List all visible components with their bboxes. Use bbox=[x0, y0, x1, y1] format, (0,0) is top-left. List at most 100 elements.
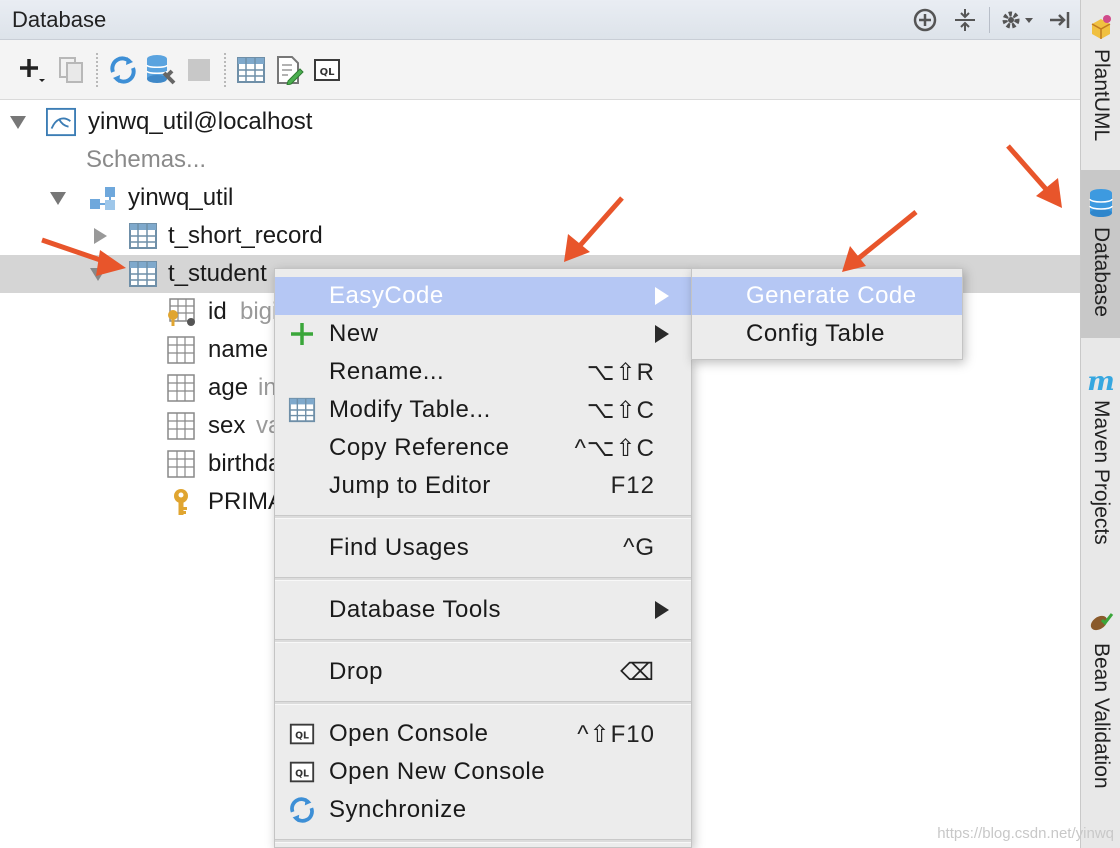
side-tab-label: Bean Validation bbox=[1090, 643, 1113, 789]
header-actions bbox=[905, 0, 1080, 39]
menu-item-new[interactable]: New bbox=[275, 315, 691, 353]
key-icon bbox=[166, 487, 196, 517]
maven-icon: m bbox=[1087, 367, 1115, 397]
menu-item-label: New bbox=[329, 320, 379, 347]
side-tab-maven[interactable]: m Maven Projects bbox=[1081, 368, 1120, 568]
plantuml-icon bbox=[1088, 14, 1114, 45]
menu-item-shortcut: ⌥⇧C bbox=[586, 396, 655, 424]
column-name: age bbox=[208, 374, 249, 401]
menu-separator bbox=[275, 515, 691, 519]
table-icon bbox=[128, 259, 158, 289]
tree-node-table[interactable]: t_short_record bbox=[0, 217, 1080, 255]
menu-item-label: Jump to Editor bbox=[329, 472, 491, 499]
menu-separator bbox=[275, 701, 691, 705]
table-name: t_short_record bbox=[168, 222, 323, 249]
column-icon bbox=[166, 373, 196, 403]
menu-item-synchronize[interactable]: Synchronize bbox=[275, 791, 691, 829]
refresh-icon bbox=[287, 795, 317, 825]
right-tool-strip: PlantUML Database m Maven Projects Bean … bbox=[1080, 0, 1120, 848]
column-name: id bbox=[208, 298, 227, 325]
crosshair-icon[interactable] bbox=[905, 0, 945, 40]
column-icon bbox=[166, 411, 196, 441]
submenu-arrow-icon bbox=[655, 287, 669, 305]
menu-item-drop[interactable]: Drop ⌫ bbox=[275, 653, 691, 691]
tree-node-schema[interactable]: yinwq_util bbox=[0, 179, 1080, 217]
tree-node-connection[interactable]: yinwq_util@localhost bbox=[0, 103, 1080, 141]
column-icon bbox=[166, 335, 196, 365]
hide-icon[interactable] bbox=[1040, 0, 1080, 40]
menu-item-easycode[interactable]: EasyCode bbox=[275, 277, 691, 315]
table-icon bbox=[128, 221, 158, 251]
header-separator bbox=[989, 6, 990, 33]
panel-title: Database bbox=[12, 6, 107, 32]
menu-item-shortcut: F12 bbox=[610, 472, 655, 499]
menu-item-shortcut: ⌫ bbox=[620, 658, 655, 686]
submenu-arrow-icon bbox=[655, 601, 669, 619]
menu-item-open-new-console[interactable]: QL Open New Console bbox=[275, 753, 691, 791]
expanded-arrow-icon[interactable] bbox=[8, 112, 28, 132]
table-name: t_student bbox=[168, 260, 267, 287]
side-tab-bean-validation[interactable]: Bean Validation bbox=[1081, 608, 1120, 808]
side-tab-label: Database bbox=[1090, 227, 1113, 317]
menu-item-label: Open Console bbox=[329, 720, 489, 747]
side-tab-database[interactable]: Database bbox=[1081, 170, 1120, 338]
svg-text:QL: QL bbox=[320, 67, 336, 78]
side-tab-plantuml[interactable]: PlantUML bbox=[1081, 14, 1120, 154]
gear-icon[interactable] bbox=[994, 0, 1040, 40]
schema-icon bbox=[88, 183, 118, 213]
copy-icon[interactable] bbox=[52, 50, 90, 90]
submenu-item-config-table[interactable]: Config Table bbox=[692, 315, 962, 353]
mysql-icon bbox=[46, 107, 76, 137]
table-icon[interactable] bbox=[232, 50, 270, 90]
menu-item-copy-reference[interactable]: Copy Reference ^⌥⇧C bbox=[275, 429, 691, 467]
submenu-arrow-icon bbox=[655, 325, 669, 343]
add-icon[interactable] bbox=[14, 50, 52, 90]
menu-item-label: EasyCode bbox=[329, 282, 444, 309]
watermark: https://blog.csdn.net/yinwq bbox=[937, 825, 1114, 842]
expanded-arrow-icon[interactable] bbox=[48, 188, 68, 208]
expanded-arrow-icon[interactable] bbox=[88, 264, 108, 284]
column-icon bbox=[166, 449, 196, 479]
submenu-item-label: Generate Code bbox=[746, 282, 917, 309]
bean-icon bbox=[1088, 608, 1114, 639]
svg-text:QL: QL bbox=[295, 769, 309, 780]
column-name: name bbox=[208, 336, 269, 363]
key-column-icon bbox=[166, 297, 196, 327]
menu-item-rename[interactable]: Rename... ⌥⇧R bbox=[275, 353, 691, 391]
menu-separator bbox=[275, 839, 691, 843]
db-properties-icon[interactable] bbox=[142, 50, 180, 90]
collapse-icon[interactable] bbox=[945, 0, 985, 40]
edit-icon[interactable] bbox=[270, 50, 308, 90]
menu-item-jump-to-editor[interactable]: Jump to Editor F12 bbox=[275, 467, 691, 505]
menu-item-label: Open New Console bbox=[329, 758, 546, 785]
side-tab-label: PlantUML bbox=[1090, 49, 1113, 142]
schemas-link[interactable]: Schemas... bbox=[86, 146, 206, 174]
refresh-icon[interactable] bbox=[104, 50, 142, 90]
database-icon bbox=[1088, 188, 1114, 223]
menu-item-database-tools[interactable]: Database Tools bbox=[275, 591, 691, 629]
collapsed-arrow-icon[interactable] bbox=[90, 226, 110, 246]
panel-header: Database bbox=[0, 0, 1080, 40]
submenu-item-generate-code[interactable]: Generate Code bbox=[692, 277, 962, 315]
schema-name: yinwq_util bbox=[128, 184, 234, 211]
menu-item-find-usages[interactable]: Find Usages ^G bbox=[275, 529, 691, 567]
stop-icon[interactable] bbox=[180, 50, 218, 90]
console-icon[interactable]: QL bbox=[308, 50, 346, 90]
menu-item-modify-table[interactable]: Modify Table... ⌥⇧C bbox=[275, 391, 691, 429]
table-icon bbox=[287, 395, 317, 425]
connection-name: yinwq_util@localhost bbox=[88, 108, 313, 135]
menu-item-label: Modify Table... bbox=[329, 396, 491, 423]
column-name: sex bbox=[208, 412, 246, 439]
console-icon: QL bbox=[287, 757, 317, 787]
menu-item-label: Copy Reference bbox=[329, 434, 510, 461]
tree-node-schemas[interactable]: Schemas... bbox=[0, 141, 1080, 179]
database-toolbar: QL bbox=[0, 40, 1080, 100]
easycode-submenu: Generate Code Config Table bbox=[691, 268, 963, 360]
menu-item-shortcut: ^⇧F10 bbox=[577, 720, 655, 748]
plus-icon bbox=[287, 319, 317, 349]
console-icon: QL bbox=[287, 719, 317, 749]
context-menu: EasyCode New Rename... ⌥⇧R Modify Table.… bbox=[274, 268, 692, 848]
menu-item-open-console[interactable]: QL Open Console ^⇧F10 bbox=[275, 715, 691, 753]
menu-item-label: Database Tools bbox=[329, 596, 501, 623]
toolbar-separator bbox=[96, 52, 98, 87]
